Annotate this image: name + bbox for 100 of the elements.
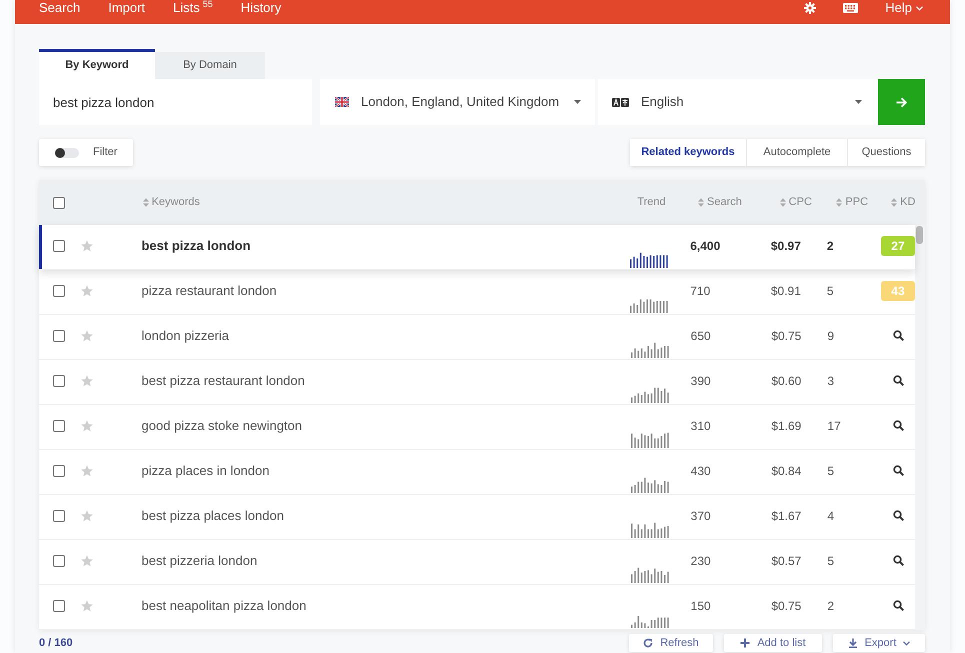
select-all-checkbox[interactable] [53, 196, 65, 208]
star-icon[interactable] [80, 600, 93, 612]
ppc-cell: 5 [826, 283, 834, 299]
mode-tab[interactable]: Autocomplete [746, 139, 847, 166]
plus-icon [740, 638, 750, 648]
footer-button[interactable]: Export [833, 634, 925, 652]
scrollbar-thumb[interactable] [916, 226, 923, 244]
star-icon[interactable] [80, 285, 93, 297]
download-icon [848, 638, 858, 648]
nav-link[interactable]: History [240, 0, 282, 16]
nav-link[interactable]: Search [39, 0, 80, 16]
cpc-cell: $0.75 [771, 598, 802, 614]
caret-icon [574, 100, 581, 104]
row-checkbox[interactable] [53, 510, 65, 522]
search-field[interactable]: best pizza london [39, 79, 312, 125]
row-checkbox[interactable] [53, 375, 65, 387]
settings-icon[interactable] [804, 2, 816, 14]
nav-link[interactable]: Lists 55 [173, 0, 213, 16]
row-checkbox[interactable] [53, 465, 65, 477]
search-icon[interactable] [892, 420, 904, 431]
search-icon[interactable] [892, 555, 904, 566]
keyword-cell[interactable]: best pizzeria london [142, 553, 628, 569]
keyword-cell[interactable]: pizza restaurant london [141, 283, 628, 299]
ppc-cell: 2 [826, 238, 834, 254]
trend-sparkline [630, 252, 668, 268]
star-icon[interactable] [80, 330, 93, 342]
trend-sparkline [630, 342, 669, 358]
ppc-cell: 4 [827, 508, 834, 524]
ppc-cell: 9 [827, 328, 834, 344]
search-icon[interactable] [892, 465, 904, 476]
table-row[interactable]: pizza places in london 430 $0.84 5 [39, 450, 915, 495]
keyword-cell[interactable]: best pizza london [141, 238, 628, 254]
location-dropdown[interactable]: London, England, United Kingdom [320, 79, 595, 125]
star-icon[interactable] [80, 510, 93, 522]
ppc-cell: 5 [827, 463, 834, 479]
footer-button[interactable]: Add to list [724, 634, 822, 652]
table-row[interactable]: pizza restaurant london 710 $0.91 5 43 [39, 270, 915, 315]
column-header: Trend [637, 195, 666, 210]
search-icon[interactable] [892, 600, 904, 611]
translate-icon [612, 98, 629, 106]
chevron-down-icon [916, 6, 923, 10]
selection-count: 0 / 160 [39, 636, 73, 651]
table-row[interactable]: good pizza stoke newington 310 $1.69 17 [39, 405, 915, 450]
trend-sparkline [630, 567, 669, 583]
search-volume-cell: 390 [690, 373, 711, 389]
star-icon[interactable] [80, 555, 93, 567]
help-menu[interactable]: Help [885, 0, 923, 16]
language-dropdown[interactable]: English [598, 79, 877, 125]
cpc-cell: $0.60 [771, 373, 802, 389]
search-volume-cell: 6,400 [690, 238, 720, 254]
row-checkbox[interactable] [53, 285, 65, 297]
row-checkbox[interactable] [53, 555, 65, 567]
cpc-cell: $0.97 [770, 238, 801, 254]
scrollbar-track[interactable] [915, 225, 925, 630]
row-checkbox[interactable] [53, 330, 65, 342]
nav-link[interactable]: Import [108, 0, 146, 16]
row-checkbox[interactable] [53, 240, 65, 252]
filter-button[interactable]: Filter [39, 139, 133, 166]
filter-toggle[interactable] [55, 148, 79, 158]
star-icon[interactable] [80, 420, 93, 432]
keyword-cell[interactable]: best pizza restaurant london [142, 373, 628, 389]
keyword-cell[interactable]: good pizza stoke newington [142, 418, 628, 434]
row-checkbox[interactable] [53, 420, 65, 432]
uk-flag-icon [335, 97, 349, 107]
search-icon[interactable] [892, 375, 904, 386]
star-icon[interactable] [80, 465, 93, 477]
arrow-right-icon [896, 96, 907, 108]
footer-button[interactable]: Refresh [629, 634, 713, 652]
trend-sparkline [630, 522, 669, 538]
keyboard-icon[interactable] [843, 3, 858, 13]
table-row[interactable]: best pizza restaurant london 390 $0.60 3 [39, 360, 915, 405]
table-row[interactable]: best pizza places london 370 $1.67 4 [39, 495, 915, 540]
mode-tab[interactable]: Related keywords [630, 139, 746, 166]
table-row[interactable]: london pizzeria 650 $0.75 9 [39, 315, 915, 360]
keyword-cell[interactable]: london pizzeria [142, 328, 628, 344]
search-tab[interactable]: By Keyword [39, 49, 155, 79]
keyword-cell[interactable]: pizza places in london [142, 463, 628, 479]
search-icon[interactable] [892, 510, 904, 521]
mode-tab[interactable]: Questions [847, 139, 925, 166]
cpc-cell: $1.69 [771, 418, 802, 434]
ppc-cell: 3 [827, 373, 834, 389]
search-volume-cell: 650 [690, 328, 711, 344]
kd-score: 43 [880, 281, 915, 301]
row-checkbox[interactable] [53, 600, 65, 612]
cpc-cell: $0.57 [771, 553, 802, 569]
search-volume-cell: 150 [690, 598, 711, 614]
search-tab[interactable]: By Domain [155, 52, 265, 79]
search-volume-cell: 310 [690, 418, 711, 434]
keyword-cell[interactable]: best pizza places london [142, 508, 628, 524]
caret-icon [855, 100, 862, 104]
star-icon[interactable] [80, 375, 93, 387]
table-row[interactable]: best neapolitan pizza london 150 $0.75 2 [39, 585, 915, 630]
table-row[interactable]: best pizzeria london 230 $0.57 5 [39, 540, 915, 585]
search-volume-cell: 370 [690, 508, 711, 524]
search-icon[interactable] [892, 330, 904, 341]
keyword-cell[interactable]: best neapolitan pizza london [142, 598, 628, 614]
table-row[interactable]: best pizza london 6,400 $0.97 2 27 [39, 225, 915, 270]
trend-sparkline [630, 432, 669, 448]
ppc-cell: 5 [827, 553, 834, 569]
star-icon[interactable] [80, 240, 93, 252]
